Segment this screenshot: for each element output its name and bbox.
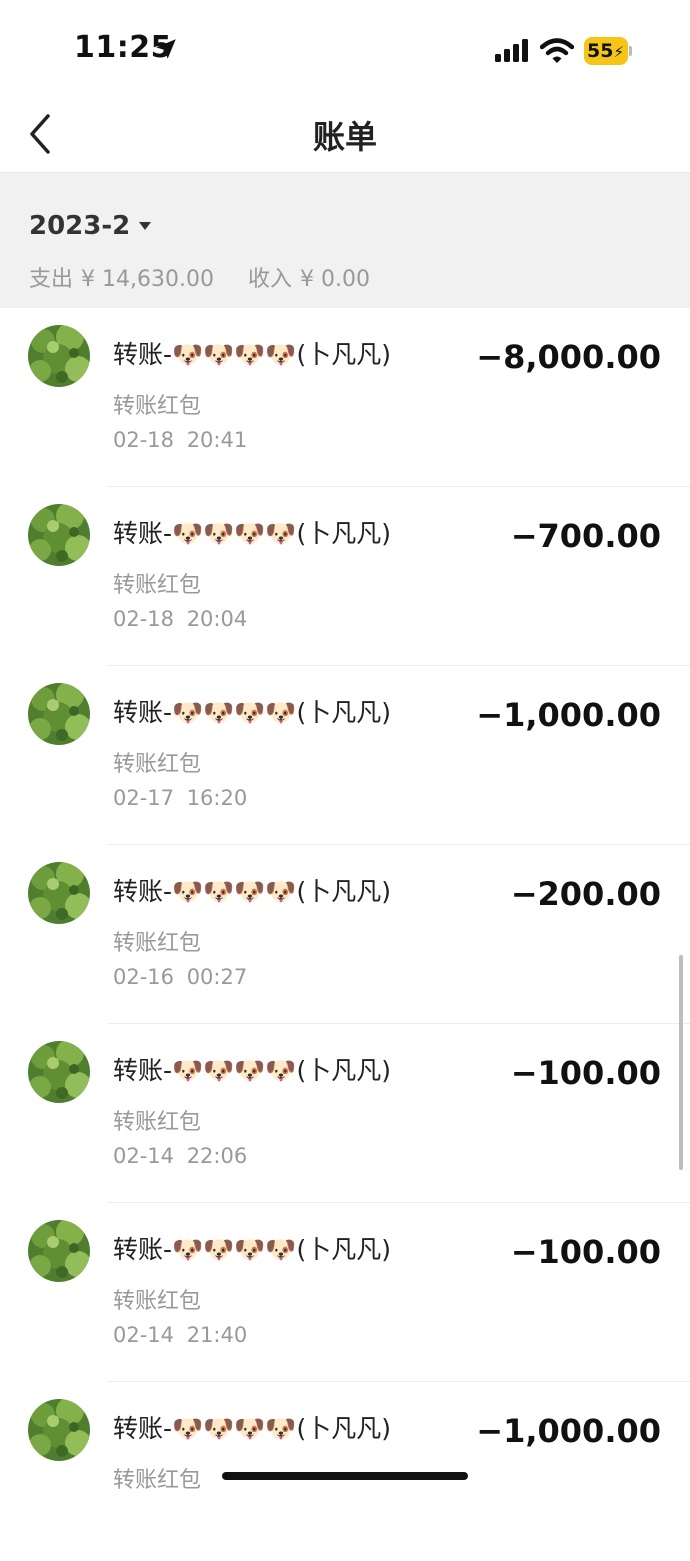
record-amount: −100.00 [510, 1054, 661, 1092]
record-amount: −100.00 [510, 1233, 661, 1271]
cellular-signal-icon [495, 39, 528, 62]
record-type: 转账红包 [113, 1110, 202, 1135]
record-amount: −8,000.00 [476, 338, 661, 376]
avatar-tree-icon [28, 325, 90, 387]
record-time: 02-17 16:20 [113, 786, 248, 810]
record-time: 02-18 20:04 [113, 607, 248, 631]
record-type: 转账红包 [113, 931, 202, 956]
income-label: 收入 [247, 267, 292, 292]
record-time: 02-18 20:41 [113, 428, 248, 452]
avatar [28, 504, 90, 566]
record-type: 转账红包 [113, 573, 202, 598]
record-type: 转账红包 [113, 1289, 202, 1314]
scrollbar[interactable] [679, 955, 683, 1170]
record-type: 转账红包 [113, 752, 202, 777]
battery-level: 55⚡ [584, 37, 628, 65]
nav-bar: 账单 [0, 100, 690, 173]
record-amount: −1,000.00 [476, 696, 661, 734]
month-selector[interactable]: 2023-2 [29, 209, 152, 243]
expense-value: ¥ 14,630.00 [81, 267, 214, 292]
avatar-tree-icon [28, 1041, 90, 1103]
record-amount: −1,000.00 [476, 1412, 661, 1450]
page-title: 账单 [312, 118, 377, 156]
avatar [28, 1041, 90, 1103]
avatar [28, 862, 90, 924]
record-type: 转账红包 [113, 1468, 202, 1493]
avatar [28, 1399, 90, 1461]
record-title: 转账-🐶🐶🐶🐶(卜凡凡) [113, 1235, 392, 1264]
record-title: 转账-🐶🐶🐶🐶(卜凡凡) [113, 877, 392, 906]
record-title: 转账-🐶🐶🐶🐶(卜凡凡) [113, 1414, 392, 1443]
location-arrow-icon [156, 39, 176, 59]
month-label: 2023-2 [29, 211, 131, 241]
record-title: 转账-🐶🐶🐶🐶(卜凡凡) [113, 698, 392, 727]
avatar-tree-icon [28, 862, 90, 924]
record-amount: −200.00 [510, 875, 661, 913]
avatar-tree-icon [28, 683, 90, 745]
avatar [28, 1220, 90, 1282]
record-item[interactable]: 转账-🐶🐶🐶🐶(卜凡凡) 转账红包 02-16 00:27 −200.00 [0, 845, 690, 1024]
income-value: ¥ 0.00 [300, 267, 370, 292]
record-title: 转账-🐶🐶🐶🐶(卜凡凡) [113, 340, 392, 369]
record-item[interactable]: 转账-🐶🐶🐶🐶(卜凡凡) 转账红包 02-17 16:20 −1,000.00 [0, 666, 690, 845]
record-amount: −700.00 [510, 517, 661, 555]
record-time: 02-14 21:40 [113, 1323, 248, 1347]
record-item[interactable]: 转账-🐶🐶🐶🐶(卜凡凡) 转账红包 02-18 20:04 −700.00 [0, 487, 690, 666]
record-item[interactable]: 转账-🐶🐶🐶🐶(卜凡凡) 转账红包 02-14 22:06 −100.00 [0, 1024, 690, 1203]
avatar [28, 683, 90, 745]
avatar [28, 325, 90, 387]
record-list: 转账-🐶🐶🐶🐶(卜凡凡) 转账红包 02-18 20:41 −8,000.00 … [0, 308, 690, 1561]
record-time: 02-16 00:27 [113, 965, 248, 989]
record-item[interactable]: 转账-🐶🐶🐶🐶(卜凡凡) 转账红包 02-14 21:40 −100.00 [0, 1203, 690, 1382]
record-type: 转账红包 [113, 394, 202, 419]
status-bar: 11:25 55⚡ [0, 0, 690, 100]
expense-label: 支出 [29, 267, 74, 292]
wifi-icon [540, 38, 574, 63]
record-time: 02-14 22:06 [113, 1144, 248, 1168]
home-indicator[interactable] [222, 1472, 468, 1480]
avatar-tree-icon [28, 1220, 90, 1282]
caret-down-icon [139, 222, 152, 230]
totals: 支出 ¥ 14,630.00 收入 ¥ 0.00 [29, 261, 378, 293]
battery-icon: 55⚡ [584, 37, 632, 65]
record-item[interactable]: 转账-🐶🐶🐶🐶(卜凡凡) 转账红包 02-18 20:41 −8,000.00 [0, 308, 690, 487]
record-title: 转账-🐶🐶🐶🐶(卜凡凡) [113, 1056, 392, 1085]
avatar-tree-icon [28, 504, 90, 566]
record-title: 转账-🐶🐶🐶🐶(卜凡凡) [113, 519, 392, 548]
avatar-tree-icon [28, 1399, 90, 1461]
month-summary: 2023-2 支出 ¥ 14,630.00 收入 ¥ 0.00 [0, 173, 690, 308]
